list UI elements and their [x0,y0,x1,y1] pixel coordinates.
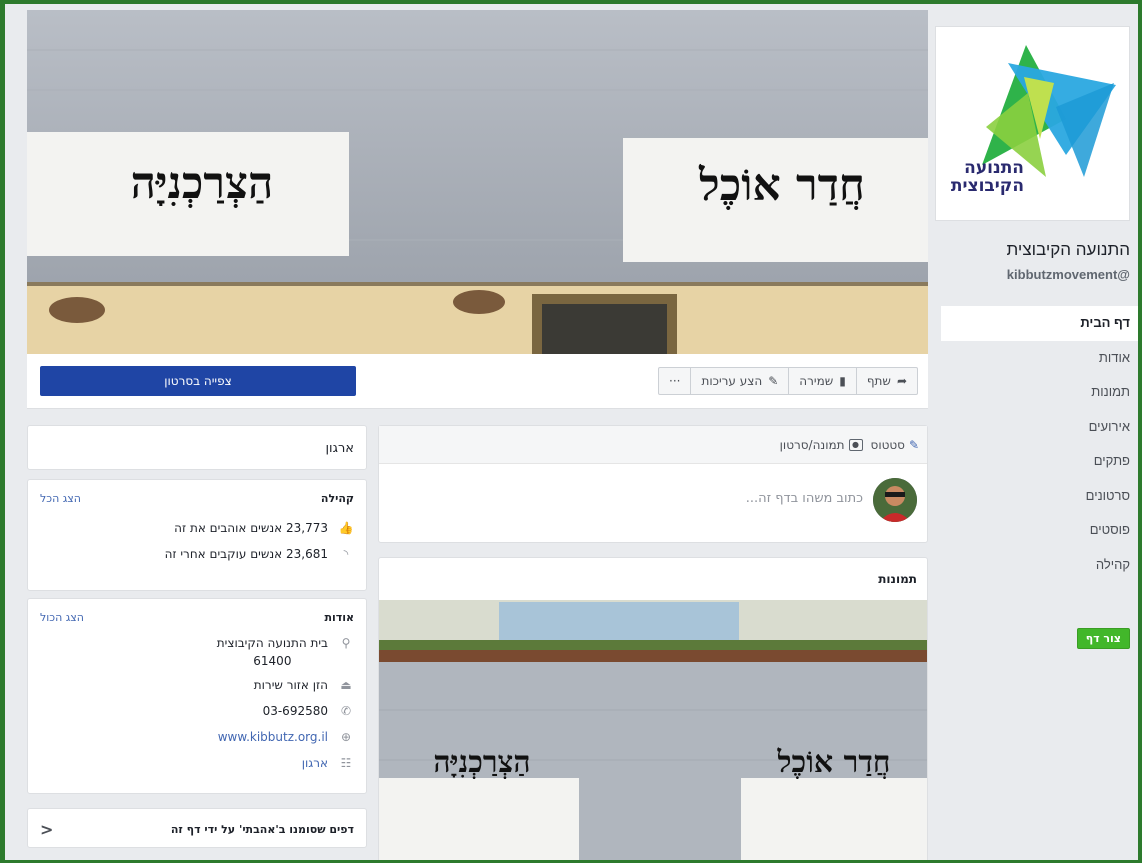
community-header: קהילה הצג הכל [28,480,366,505]
save-button[interactable]: ▮ שמירה [788,367,857,395]
composer-tab-status[interactable]: ✎ סטטוס [871,438,919,452]
save-label: שמירה [799,374,834,388]
composer-tab-photo[interactable]: ● תמונה/סרטון [780,438,863,452]
website-row: ⊕ www.kibbutz.org.il [28,728,366,754]
photo-thumbnail[interactable]: הַצְרַכְנִיָּה חֲדַר אוֹכֶל [379,600,927,860]
nav-item-notes[interactable]: פתקים [941,444,1138,479]
about-card: אודות הצג הכול ⚲ בית התנועה הקיבוצית 614… [27,598,367,794]
service-bell-icon: ⏏ [340,678,352,692]
liked-pages-card: דפים שסומנו ב'אהבתי' על ידי דף זה < [27,808,367,848]
page-name: התנועה הקיבוצית [1006,240,1131,259]
nav-item-about[interactable]: אודות [941,341,1138,376]
page-action-bar: צפייה בסרטון ➦ שתף ▮ שמירה ✎ הצע עריכות … [27,354,928,409]
suggest-edits-button[interactable]: ✎ הצע עריכות [690,367,790,395]
likes-row: 👍 23,773 אנשים אוהבים את זה [28,519,366,545]
share-button[interactable]: ➦ שתף [855,367,918,395]
avatar-image [873,478,917,522]
page-handle[interactable]: kibbutzmovement@ [1007,267,1130,282]
nav-item-community[interactable]: קהילה [941,548,1138,583]
liked-pages-title: דפים שסומנו ב'אהבתי' על ידי דף זה [170,822,354,836]
globe-icon: ⊕ [340,730,352,744]
service-area-row: ⏏ הזן אזור שירות [28,676,366,702]
category-icon: ☷ [340,756,352,770]
phone-text: 03-692580 [262,704,328,718]
cover-photo[interactable]: הַצְרַכְנִיָּה חֲדַר אוֹכֶל [27,10,928,354]
share-label: שתף [866,374,891,388]
more-button[interactable]: ··· [658,367,692,395]
photo-image [379,600,927,860]
post-composer: ✎ סטטוס ● תמונה/סרטון כתוב משהו בדף זה..… [378,425,928,543]
nav-item-posts[interactable]: פוסטים [941,513,1138,548]
phone-icon: ✆ [340,704,352,718]
page-nav: דף הבית אודות תמונות אירועים פתקים סרטונ… [941,306,1138,582]
cover-sign-right: חֲדַר אוֹכֶל [699,160,865,211]
nav-item-photos[interactable]: תמונות [941,375,1138,410]
follows-text: 23,681 אנשים עוקבים אחרי זה [164,547,328,561]
community-title: קהילה [320,492,354,505]
phone-row: ✆ 03-692580 [28,702,366,728]
about-header: אודות הצג הכול [28,599,366,624]
community-card: קהילה הצג הכל 👍 23,773 אנשים אוהבים את ז… [27,479,367,591]
address-line2: 61400 [253,654,292,668]
about-category-row: ☷ ארגון [28,754,366,780]
composer-status-label: סטטוס [870,437,905,452]
composer-photo-label: תמונה/סרטון [779,437,845,452]
nav-item-home[interactable]: דף הבית [941,306,1138,341]
chevron-left-icon[interactable]: < [40,820,53,839]
composer-tabs: ✎ סטטוס ● תמונה/סרטון [379,426,927,464]
bookmark-icon: ▮ [839,374,846,388]
location-pin-icon: ⚲ [341,636,351,650]
page-frame: התנועה הקיבוצית התנועה הקיבוצית kibbutzm… [5,4,1138,860]
avatar[interactable] [873,478,917,522]
composer-body[interactable]: כתוב משהו בדף זה... [379,464,927,542]
address-row: ⚲ בית התנועה הקיבוצית 61400 [28,634,366,676]
about-category-link[interactable]: ארגון [302,754,328,772]
page-logo[interactable]: התנועה הקיבוצית [935,26,1130,221]
suggest-edits-label: הצע עריכות [701,374,763,388]
pencil-icon: ✎ [768,374,779,388]
address-line1: בית התנועה הקיבוצית [216,636,328,650]
nav-item-videos[interactable]: סרטונים [941,479,1138,514]
website-link[interactable]: www.kibbutz.org.il [218,728,328,746]
logo-text-line2: הקיבוצית [950,176,1024,196]
action-buttons: ➦ שתף ▮ שמירה ✎ הצע עריכות ··· [658,367,918,395]
photos-card: תמונות הַצְרַכְנִיָּה חֲדַר אוֹכֶל [378,557,928,860]
likes-text: 23,773 אנשים אוהבים את זה [174,521,328,535]
thumbs-up-icon: 👍 [338,521,354,535]
camera-icon: ● [848,438,863,451]
about-title: אודות [324,611,354,624]
watch-video-button[interactable]: צפייה בסרטון [40,366,356,396]
share-icon: ➦ [896,374,907,388]
composer-input[interactable]: כתוב משהו בדף זה... [746,491,863,506]
pencil-icon: ✎ [908,437,919,452]
page-category[interactable]: ארגון [326,441,354,456]
photo-sign-right: חֲדַר אוֹכֶל [777,745,891,780]
photo-sign-left: הַצְרַכְנִיָּה [433,745,531,780]
logo-text-line1: התנועה [964,158,1024,178]
cover-sign-left: הַצְרַכְנִיָּה [130,158,274,209]
category-card: ארגון [27,425,367,470]
page-sidebar: התנועה הקיבוצית התנועה הקיבוצית kibbutzm… [933,4,1138,860]
follows-row: ◝ 23,681 אנשים עוקבים אחרי זה [28,545,366,571]
service-area-text[interactable]: הזן אזור שירות [254,676,328,694]
photos-title[interactable]: תמונות [379,558,927,600]
rss-icon: ◝ [343,547,349,561]
create-page-button[interactable]: צור דף [1076,628,1130,649]
nav-item-events[interactable]: אירועים [941,410,1138,445]
liked-pages-header[interactable]: דפים שסומנו ב'אהבתי' על ידי דף זה < [28,809,366,849]
community-see-all-link[interactable]: הצג הכל [40,492,81,505]
about-see-all-link[interactable]: הצג הכול [40,611,84,624]
